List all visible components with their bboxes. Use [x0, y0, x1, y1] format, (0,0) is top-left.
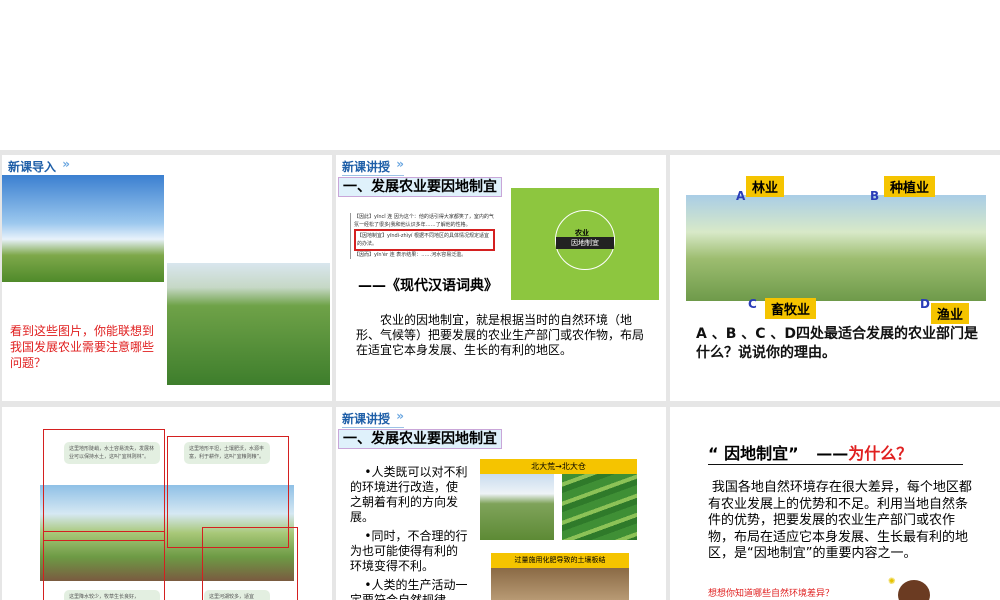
question-text: A 、B 、C 、D四处最适合发展的农业部门是什么？说说你的理由。 [696, 326, 979, 361]
agriculture-diagram: 农业 因地制宜 [511, 188, 659, 300]
slide-header: 新课讲授 [342, 409, 404, 428]
definition-bullet: 农业的因地制宜，就是根据当时的自然环境（地形、气候等）把要发展的农业生产部门或农… [356, 313, 645, 357]
slide-thumbnail-2[interactable]: 新课讲授 一、发展农业要因地制宜 【因此】yīncǐ 连 因为这个：他的话引得大… [336, 155, 666, 401]
soil-photo [491, 568, 629, 600]
letter-a: A [736, 189, 746, 203]
section-title: 一、发展农业要因地制宜 [338, 177, 502, 197]
body-text: 我国各地自然环境存在很大差异，每个地区都有农业发展上的优势和不足。利用当地自然条… [708, 480, 972, 561]
point: •人类既可以对不利的环境进行改造，使之朝着有利的方向发展。 [350, 465, 468, 524]
label-fishery: 渔业 [931, 303, 970, 324]
blank-area [0, 0, 1000, 150]
highlight-box [43, 429, 165, 541]
dictionary-excerpt: 【因此】yīncǐ 连 因为这个：他的话引得大家都笑了，室内的气氛一经松了很多|… [350, 213, 495, 259]
slide-thumbnail-3[interactable]: 林业 种植业 畜牧业 渔业 A B C D A 、B 、C 、D四处最适合发展的… [670, 155, 1000, 401]
letter-d: D [920, 297, 930, 311]
question-text: 看到这些图片，你能联想到我国发展农业需要注意哪些问题？ [10, 324, 155, 370]
slide-thumbnail-6[interactable]: “ 因地制宜” ——为什么？ 我国各地自然环境存在很大差异，每个地区都有农业发展… [670, 407, 1000, 600]
title-why: 为什么？ [848, 444, 913, 463]
irrigation-photo [167, 263, 330, 385]
title-dash: —— [816, 444, 849, 463]
farmland-photo [562, 474, 637, 540]
dict-entry: 【因而】yīn'ér 连 表示结果：……河水容易泛滥。 [354, 252, 467, 258]
lightbulb-icon: ✺ [888, 577, 896, 587]
letter-c: C [748, 297, 757, 311]
points-list: •人类既可以对不利的环境进行改造，使之朝着有利的方向发展。 •同时，不合理的行为… [350, 465, 468, 600]
dict-entry-highlight: 【因地制宜】yīndì-zhìyí 根据不同地区的具体情况规定适宜的办法。 [354, 229, 495, 251]
highlight-box [43, 531, 165, 600]
dict-entry: 【因此】yīncǐ 连 因为这个：他的话引得大家都笑了，室内的气氛一经松了很多|… [354, 214, 494, 228]
letter-b: B [870, 189, 880, 203]
diagram-center-label: 因地制宜 [556, 237, 614, 249]
slide-title: “ 因地制宜” ——为什么？ [708, 440, 963, 465]
slide-thumbnail-1[interactable]: 新课导入 看到这些图片，你能联想到我国发展农业需要注意哪些问题？ [2, 155, 332, 401]
photo-caption: 过量施用化肥导致的土壤板结 [491, 553, 629, 568]
wasteland-photo [480, 474, 554, 540]
photo-caption: 北大荒→北大仓 [480, 459, 637, 474]
slide-thumbnail-5[interactable]: 新课讲授 一、发展农业要因地制宜 •人类既可以对不利的环境进行改造，使之朝着有利… [336, 407, 666, 600]
grassland-photo [2, 175, 164, 282]
landscape-illustration [686, 195, 986, 301]
slide-header: 新课导入 [8, 157, 70, 176]
section-title: 一、发展农业要因地制宜 [338, 429, 502, 449]
prompt-text: 想想你知道哪些自然环境差异？ [708, 589, 835, 599]
label-planting: 种植业 [884, 176, 936, 197]
highlight-box [202, 527, 298, 600]
slide-header: 新课讲授 [342, 157, 404, 176]
point: •同时，不合理的行为也可能使得有利的环境变得不利。 [350, 529, 468, 573]
title-quote: “ 因地制宜” [708, 444, 799, 463]
label-husbandry: 畜牧业 [765, 298, 817, 319]
dictionary-source: ——《现代汉语词典》 [358, 278, 498, 294]
cartoon-avatar [898, 580, 930, 600]
point: •人类的生产活动一定要符合自然规律，这样才可能持续 [350, 578, 468, 600]
label-forestry: 林业 [746, 176, 785, 197]
slide-thumbnail-4[interactable]: 这里地形陡峭，水土容易流失，发展林业可以保持水土，这叫“宜林则林”。 这里地形平… [2, 407, 332, 600]
